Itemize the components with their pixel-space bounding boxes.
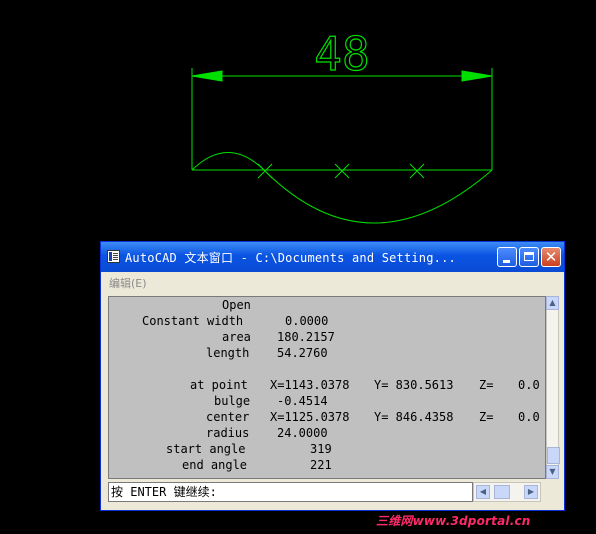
- line-label: center: [206, 410, 250, 424]
- line-label: length: [206, 346, 250, 360]
- line-label: radius: [206, 426, 250, 440]
- geometry: [191, 152, 493, 224]
- window-title: AutoCAD 文本窗口 - C:\Documents and Setting.…: [125, 251, 456, 265]
- menu-bar: 编辑(E): [101, 272, 564, 292]
- line-label: Constant width: [142, 314, 244, 328]
- line-label: end angle: [182, 458, 248, 472]
- minimize-icon: [503, 260, 510, 263]
- line-value: 0.0000: [285, 314, 329, 328]
- chevron-left-icon: ◀: [479, 487, 487, 496]
- maximize-button[interactable]: [519, 247, 539, 267]
- line-value: -0.4514: [277, 394, 328, 408]
- output-line: center X=1125.0378 Y= 846.4358 Z= 0.0: [109, 410, 540, 426]
- title-bar[interactable]: AutoCAD 文本窗口 - C:\Documents and Setting.…: [101, 242, 564, 272]
- minimize-button[interactable]: [497, 247, 517, 267]
- text-window: AutoCAD 文本窗口 - C:\Documents and Setting.…: [100, 241, 565, 511]
- line-y: Y= 846.4358: [374, 410, 454, 424]
- output-line: start angle 319: [109, 442, 332, 458]
- small-arc: [191, 152, 265, 171]
- close-icon: ✕: [544, 248, 558, 266]
- output-line: length 54.2760: [109, 346, 328, 362]
- line-y: Y= 830.5613: [374, 378, 454, 392]
- close-button[interactable]: ✕: [541, 247, 561, 267]
- line-x: X=1125.0378: [270, 410, 350, 424]
- output-line: end angle 221: [109, 458, 332, 474]
- line-label: start angle: [166, 442, 246, 456]
- arrowhead-right-icon: [461, 70, 493, 82]
- line-value: 54.2760: [277, 346, 328, 360]
- output-line: Open: [109, 298, 251, 314]
- scroll-left-button[interactable]: ◀: [476, 485, 490, 499]
- dimension-text: 48: [314, 27, 369, 81]
- line-x: X=1143.0378: [270, 378, 350, 392]
- line-value: 319: [310, 442, 332, 456]
- scroll-down-button[interactable]: ▼: [546, 465, 559, 479]
- line-label: bulge: [214, 394, 251, 408]
- line-z: Z=: [479, 378, 494, 392]
- line-value: 24.0000: [277, 426, 328, 440]
- scroll-up-button[interactable]: ▲: [546, 296, 559, 310]
- line-value: 221: [310, 458, 332, 472]
- chevron-right-icon: ▶: [527, 487, 535, 496]
- line-label: at point: [190, 378, 248, 392]
- chevron-up-icon: ▲: [549, 298, 556, 307]
- output-line: Constant width 0.0000: [109, 314, 328, 330]
- output-line: radius 24.0000: [109, 426, 328, 442]
- scroll-right-button[interactable]: ▶: [524, 485, 538, 499]
- output-line: at point X=1143.0378 Y= 830.5613 Z= 0.0: [109, 378, 540, 394]
- command-line[interactable]: 按 ENTER 键继续:: [108, 482, 473, 502]
- chevron-down-icon: ▼: [549, 467, 556, 476]
- arrowhead-left-icon: [191, 70, 223, 82]
- x-marker-icon: [409, 163, 425, 179]
- line-value: 180.2157: [277, 330, 335, 344]
- line-label: area: [222, 330, 251, 344]
- output-line: bulge -0.4514: [109, 394, 328, 410]
- watermark: 三维网www.3dportal.cn: [376, 514, 531, 528]
- output-line: area 180.2157: [109, 330, 335, 346]
- line-zval: 0.0: [518, 410, 540, 424]
- line-zval: 0.0: [518, 378, 540, 392]
- dimension: [191, 68, 493, 170]
- large-arc: [263, 169, 493, 224]
- horizontal-scroll-thumb[interactable]: [494, 485, 510, 499]
- menu-edit[interactable]: 编辑(E): [109, 275, 147, 291]
- node-markers: [257, 163, 425, 179]
- text-output[interactable]: Open Constant width 0.0000 area 180.2157…: [108, 296, 546, 479]
- x-marker-icon: [257, 163, 273, 179]
- scroll-thumb[interactable]: [547, 447, 560, 464]
- line-label: Open: [222, 298, 251, 312]
- x-marker-icon: [334, 163, 350, 179]
- horizontal-scrollbar[interactable]: ◀ ▶: [473, 482, 541, 502]
- text-window-icon[interactable]: [107, 250, 120, 263]
- vertical-scrollbar[interactable]: ▲ ▼: [546, 296, 560, 479]
- maximize-icon: [524, 252, 534, 261]
- line-z: Z=: [479, 410, 494, 424]
